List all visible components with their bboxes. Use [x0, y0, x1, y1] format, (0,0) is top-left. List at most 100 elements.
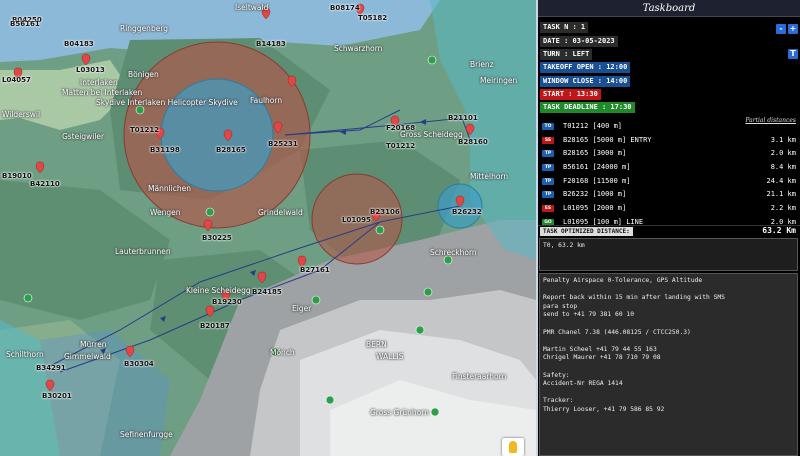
notes-line: Thierry Looser, +41 79 586 85 92 — [543, 405, 665, 413]
notes-line: PMR Chanel 7.38 (446.08125 / CTCC250.3) — [543, 328, 691, 336]
place-label: WALLIS — [376, 352, 404, 361]
turnpoint-distance: 2.2 km — [770, 204, 796, 213]
turnpoint-row[interactable]: SS B28165 [5000 m] ENTRY 3.1 km — [538, 134, 800, 148]
turnpoint-row[interactable]: ES L01095 [2000 m] 2.2 km — [538, 202, 800, 216]
place-label: Iseltwald — [235, 3, 269, 12]
window-close: WINDOW CLOSE : 14:00 — [540, 76, 631, 87]
notes-line: Chrigel Maurer +41 78 710 79 08 — [543, 354, 661, 362]
turnpoint-row[interactable]: TP B56161 [24000 m] 8.4 km — [538, 161, 800, 175]
waypoint-label: B21101 — [448, 114, 478, 122]
waypoint-label: T01212 — [130, 126, 160, 134]
waypoint-label: B28160 — [458, 138, 488, 146]
waypoint-label: B28165 — [216, 146, 246, 154]
street-view-pegman-icon[interactable] — [502, 438, 524, 456]
place-label: Bönigen — [128, 70, 159, 79]
place-label: Lauterbrunnen — [115, 247, 171, 256]
place-label: Kleine Scheidegg — [186, 286, 251, 295]
place-label: Gross Scheidegg — [400, 130, 463, 139]
waypoint-label: T05182 — [358, 14, 388, 22]
notes-line — [543, 389, 794, 398]
waypoint-label: B08174 — [330, 4, 360, 12]
place-label: Wengen — [150, 208, 181, 217]
waypoint-label: B26232 — [452, 208, 482, 216]
notes-line: Safety: — [543, 371, 570, 379]
place-label: Ringgenberg — [120, 24, 169, 33]
waypoint-label: B04183 — [64, 40, 94, 48]
task-date: DATE : 03-05-2023 — [540, 36, 618, 47]
notes-line: Penalty Airspace 0-Tolerance, GPS Altitu… — [543, 277, 703, 284]
turnpoint-type-badge: TP — [542, 164, 554, 172]
toggle-button[interactable]: T — [788, 49, 798, 59]
waypoint-label: T01212 — [386, 142, 416, 150]
turnpoint-name: B26232 [1000 m] — [563, 190, 627, 199]
waypoint-label: B42110 — [30, 180, 60, 188]
turnpoint-distance: 24.4 km — [766, 176, 796, 185]
place-label: Mittelhorn — [470, 172, 509, 181]
notes-line: Accident-Nr REGA 1414 — [543, 380, 623, 388]
turnpoint-type-badge: TO — [542, 123, 554, 130]
place-label: BERN — [366, 340, 387, 349]
place-label: Gsteigwiler — [62, 132, 105, 141]
notes-line: send to +41 79 381 60 10 — [543, 311, 634, 319]
turnpoint-type-badge: TP — [542, 177, 554, 185]
place-label: Schwarzhorn — [334, 44, 383, 53]
task-deadline: TASK DEADLINE : 17:30 — [540, 102, 635, 113]
waypoint-label: B19230 — [212, 298, 242, 306]
turnpoint-row[interactable]: TP B28165 [3000 m] 2.0 km — [538, 147, 800, 161]
place-label: Brienz — [470, 60, 494, 69]
turnpoint-distance: 3.1 km — [770, 135, 796, 144]
waypoint-label: B56161 — [10, 20, 40, 28]
place-label: Sefinenfurgge — [120, 430, 173, 439]
zoom-out-button[interactable]: - — [776, 24, 786, 34]
turnpoint-distance: 8.4 km — [770, 163, 796, 172]
task-summary-field[interactable]: T0, 63.2 km — [539, 238, 798, 271]
place-label: Finsteraarhorn — [452, 372, 507, 381]
turnpoint-row[interactable]: TP B26232 [1000 m] 21.1 km — [538, 188, 800, 202]
notes-line — [543, 286, 794, 295]
notes-line: Report back within 15 min after landing … — [543, 294, 725, 302]
turnpoint-type-badge: TP — [542, 150, 554, 158]
turnpoint-type-badge: ES — [542, 205, 554, 213]
place-label: Gimmelwald — [64, 352, 111, 361]
turnpoint-distance: 21.1 km — [766, 190, 796, 199]
turnpoint-name: L01095 [2000 m] — [563, 204, 627, 213]
place-label: Schreckhorn — [430, 248, 477, 257]
place-label: Wilderswil — [2, 110, 41, 119]
waypoint-label: B31198 — [150, 146, 180, 154]
turnpoint-list: TO T01212 [400 m] SS B28165 [5000 m] ENTRY 3… — [538, 120, 800, 230]
waypoint-label: B20187 — [200, 322, 230, 330]
place-label: Eiger — [292, 304, 312, 313]
place-label: Mürren — [80, 340, 107, 349]
waypoint-label: B30201 — [42, 392, 72, 400]
waypoint-label: B14183 — [256, 40, 286, 48]
takeoff-open: TAKEOFF OPEN : 12:00 — [540, 62, 631, 73]
task-number: TASK N : 1 — [540, 22, 589, 33]
place-label: Matten bei Interlaken — [62, 88, 143, 97]
waypoint-label: B25231 — [268, 140, 298, 148]
zoom-in-button[interactable]: + — [788, 24, 798, 34]
place-label: Männlichen — [148, 184, 191, 193]
place-label: Grindelwald — [258, 208, 303, 217]
place-label: Mönch — [270, 348, 295, 357]
place-label: Skydive Interlaken Helicopter Skydive — [96, 98, 238, 107]
place-label: Faulhorn — [250, 96, 283, 105]
start-time: START : 13:30 — [540, 89, 601, 100]
notes-line — [543, 320, 794, 329]
waypoint-label: B34291 — [36, 364, 66, 372]
turnpoint-name: F20168 [11500 m] — [563, 176, 631, 185]
waypoint-label: B27161 — [300, 266, 330, 274]
taskboard-panel: Taskboard TASK N : 1 DATE : 03-05-2023 T… — [536, 0, 800, 456]
turnpoint-row[interactable]: TP F20168 [11500 m] 24.4 km — [538, 175, 800, 189]
map-view[interactable]: B14183 B04183 L04057 L03013 T01212 B3119… — [0, 0, 536, 456]
notes-line: Tracker: — [543, 397, 574, 405]
waypoint-label: L04057 — [2, 76, 31, 84]
task-notes-field[interactable]: Penalty Airspace 0-Tolerance, GPS Altitu… — [539, 273, 798, 456]
waypoint-label: B23106 — [370, 208, 400, 216]
turnpoint-distance: 2.0 km — [770, 149, 796, 158]
turnpoint-row[interactable]: TO T01212 [400 m] — [538, 120, 800, 134]
turnpoint-name: B28165 [5000 m] ENTRY — [563, 135, 652, 144]
notes-line: Martin Scheel +41 79 44 55 163 — [543, 345, 657, 353]
place-label: Schilthorn — [6, 350, 44, 359]
turnpoint-name: B28165 [3000 m] — [563, 149, 627, 158]
place-label: Meiringen — [480, 76, 518, 85]
